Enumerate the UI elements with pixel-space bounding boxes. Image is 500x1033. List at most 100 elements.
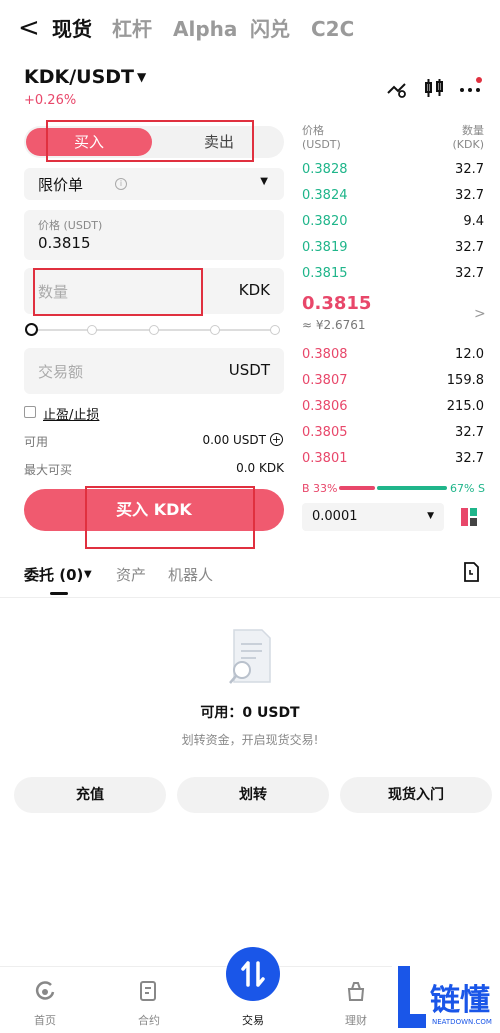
price-label: 价格 (USDT): [38, 219, 103, 232]
buy-ratio-bar: [339, 486, 375, 490]
bid-row[interactable]: 0.3807 159.8: [302, 368, 484, 394]
amount-input[interactable]: 交易额 USDT: [24, 348, 284, 394]
highlight-box: [46, 120, 254, 162]
home-icon[interactable]: [34, 980, 56, 1002]
orderbook-qty-header[interactable]: 数量 (KDK): [430, 124, 484, 152]
nav-futures[interactable]: 合约: [119, 1012, 179, 1028]
empty-document-icon: [229, 629, 271, 684]
available-label: 可用: [24, 435, 49, 449]
ask-price: 0.3824: [302, 188, 348, 203]
ask-price: 0.3815: [302, 266, 348, 281]
ask-qty: 32.7: [455, 188, 484, 203]
bid-qty: 12.0: [455, 347, 484, 362]
tpsl-label[interactable]: 止盈/止损: [43, 404, 99, 423]
ask-row[interactable]: 0.3815 32.7: [302, 261, 484, 287]
order-type-label: 限价单: [38, 176, 84, 194]
empty-hint: 划转资金，开启现货交易!: [181, 733, 319, 747]
ask-row[interactable]: 0.3824 32.7: [302, 183, 484, 209]
deposit-button[interactable]: 充值: [14, 777, 166, 813]
tab-alpha[interactable]: Alpha: [173, 16, 237, 42]
back-icon[interactable]: <: [18, 14, 40, 42]
price-alert-icon[interactable]: [385, 76, 409, 100]
chevron-down-icon: ▼: [260, 176, 268, 187]
available-balance: 可用：0 USDT: [200, 705, 300, 721]
price-change: +0.26%: [24, 93, 77, 108]
tab-spot[interactable]: 现货: [52, 16, 92, 42]
tab-assets[interactable]: 资产: [116, 564, 146, 585]
transfer-button[interactable]: 划转: [177, 777, 329, 813]
add-funds-icon[interactable]: +: [270, 433, 283, 446]
orderbook-layout-icon[interactable]: [460, 507, 478, 527]
sell-ratio: 67% S: [450, 482, 485, 495]
highlight-box: [85, 486, 255, 549]
tab-bots[interactable]: 机器人: [168, 564, 213, 585]
available-value: 0.00 USDT: [202, 433, 266, 447]
info-icon[interactable]: i: [115, 178, 127, 190]
spot-guide-button[interactable]: 现货入门: [340, 777, 492, 813]
bid-qty: 32.7: [455, 451, 484, 466]
ask-price: 0.3828: [302, 162, 348, 177]
svg-text:链懂: 链懂: [430, 983, 490, 1018]
orderbook-price-header: 价格 (USDT): [302, 124, 341, 151]
tab-margin[interactable]: 杠杆: [112, 16, 152, 42]
slider-step[interactable]: [210, 325, 220, 335]
bid-row[interactable]: 0.3808 12.0: [302, 342, 484, 368]
order-type-select[interactable]: 限价单 i ▼: [24, 168, 284, 200]
ask-row[interactable]: 0.3828 32.7: [302, 157, 484, 183]
bid-row[interactable]: 0.3806 215.0: [302, 394, 484, 420]
max-buy-value: 0.0 KDK: [236, 461, 284, 475]
tpsl-checkbox[interactable]: [24, 406, 36, 418]
max-buy-label: 最大可买: [24, 463, 73, 477]
chevron-right-icon[interactable]: >: [474, 306, 486, 322]
slider-step[interactable]: [270, 325, 280, 335]
buy-ratio: B 33%: [302, 482, 338, 495]
tab-swap[interactable]: 闪兑: [250, 16, 290, 42]
watermark-logo: 链懂 NEATDOWN.COM: [392, 962, 500, 1033]
bid-qty: 159.8: [446, 373, 484, 388]
pair-name[interactable]: KDK/USDT: [24, 66, 134, 88]
last-price[interactable]: 0.3815: [302, 293, 371, 314]
quantity-unit: KDK: [238, 281, 270, 299]
divider: [0, 597, 500, 598]
last-price-fiat: ≈ ¥2.6761: [302, 318, 366, 332]
ask-qty: 32.7: [455, 240, 484, 255]
trade-swap-icon: [241, 961, 265, 987]
ask-row[interactable]: 0.3819 32.7: [302, 235, 484, 261]
contract-icon[interactable]: [138, 980, 160, 1002]
nav-home[interactable]: 首页: [15, 1012, 75, 1028]
chevron-down-icon: ▼: [427, 511, 434, 521]
ask-price: 0.3819: [302, 240, 348, 255]
bid-row[interactable]: 0.3805 32.7: [302, 420, 484, 446]
price-input[interactable]: 价格 (USDT) 0.3815: [24, 210, 284, 260]
slider-handle[interactable]: [25, 323, 38, 336]
svg-text:NEATDOWN.COM: NEATDOWN.COM: [432, 1018, 492, 1026]
slider-step[interactable]: [149, 325, 159, 335]
bid-price: 0.3801: [302, 451, 348, 466]
bid-row[interactable]: 0.3801 32.7: [302, 446, 484, 472]
price-value[interactable]: 0.3815: [38, 234, 91, 252]
bid-qty: 32.7: [455, 425, 484, 440]
sell-ratio-bar: [377, 486, 447, 490]
bid-price: 0.3805: [302, 425, 348, 440]
slider-step[interactable]: [87, 325, 97, 335]
amount-unit: USDT: [228, 361, 270, 379]
tab-orders[interactable]: 委托 (0): [24, 564, 83, 585]
wealth-icon[interactable]: [345, 980, 367, 1002]
nav-earn[interactable]: 理财: [326, 1012, 386, 1028]
ask-qty: 32.7: [455, 162, 484, 177]
history-icon[interactable]: [462, 562, 480, 582]
bid-qty: 215.0: [446, 399, 484, 414]
precision-select[interactable]: 0.0001 ▼: [302, 503, 444, 531]
highlight-box: [33, 268, 203, 316]
nav-trade[interactable]: 交易: [223, 1012, 283, 1028]
trade-center-button[interactable]: [226, 947, 280, 1001]
ask-row[interactable]: 0.3820 9.4: [302, 209, 484, 235]
precision-value: 0.0001: [312, 509, 358, 524]
tab-c2c[interactable]: C2C: [311, 16, 354, 42]
bid-price: 0.3806: [302, 399, 348, 414]
pair-dropdown-icon[interactable]: ▼: [137, 70, 146, 84]
orders-dropdown-icon[interactable]: ▼: [84, 569, 92, 580]
kline-icon[interactable]: [422, 76, 446, 100]
more-icon[interactable]: [458, 76, 482, 100]
active-tab-indicator: [50, 592, 68, 595]
